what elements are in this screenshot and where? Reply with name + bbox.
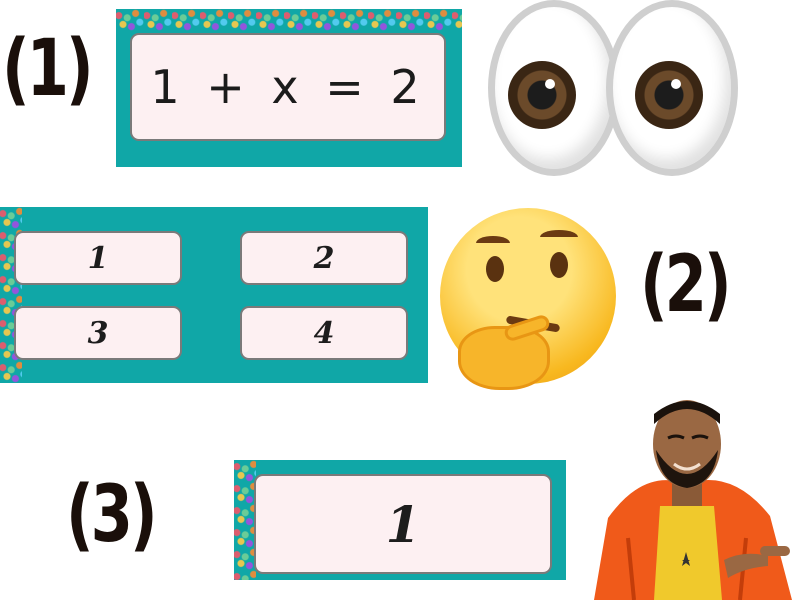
choice-card-1[interactable]: 1 — [14, 231, 182, 285]
left-iris — [508, 61, 576, 129]
thinking-hand — [458, 326, 550, 390]
equation-text: 1 + x = 2 — [150, 60, 426, 114]
face-right-eye — [550, 252, 568, 278]
right-glint — [671, 79, 681, 89]
left-eyebrow — [476, 236, 510, 250]
right-eye — [606, 0, 738, 176]
choice-text-1: 1 — [87, 240, 109, 276]
choice-text-4: 4 — [313, 315, 335, 351]
choice-text-2: 2 — [313, 240, 335, 276]
eyes-emoji-icon — [488, 0, 738, 178]
answer-text: 1 — [385, 494, 421, 554]
choices-panel: 1 2 3 4 — [0, 207, 428, 383]
confetti-border-left-3 — [234, 460, 256, 580]
left-glint — [545, 79, 555, 89]
right-eyebrow — [540, 230, 578, 244]
confetti-border-top — [116, 9, 462, 31]
choice-text-3: 3 — [87, 315, 109, 351]
right-iris — [635, 61, 703, 129]
answer-panel: 1 — [234, 460, 566, 580]
thinking-face-emoji-icon — [440, 208, 620, 398]
choice-card-2[interactable]: 2 — [240, 231, 408, 285]
answer-card: 1 — [254, 474, 552, 574]
choice-card-4[interactable]: 4 — [240, 306, 408, 360]
equation-card: 1 + x = 2 — [130, 33, 446, 141]
choice-card-3[interactable]: 3 — [14, 306, 182, 360]
face-left-eye — [486, 256, 504, 282]
approving-person-image — [574, 388, 800, 600]
step-label-2: (2) — [640, 240, 732, 330]
equation-panel: 1 + x = 2 — [116, 9, 462, 167]
step-label-3: (3) — [66, 470, 158, 560]
approving-person-illustration — [594, 400, 792, 600]
step-label-1: (1) — [2, 24, 94, 114]
left-eye — [488, 0, 620, 176]
